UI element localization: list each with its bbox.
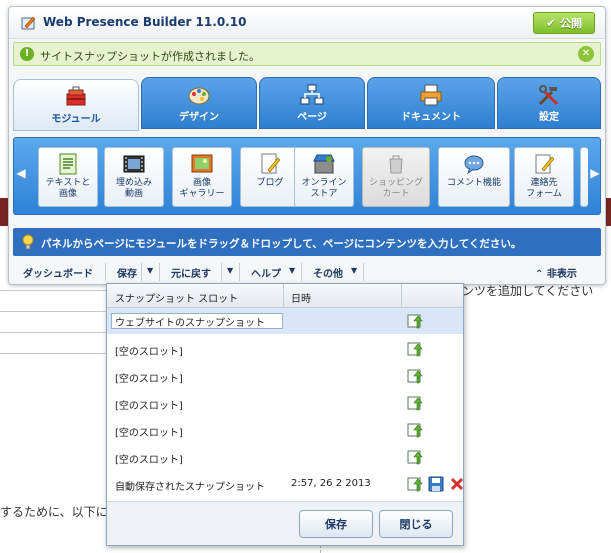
help-menu-button[interactable]: ヘルプ [251,265,281,280]
tab-label: ページ [297,112,327,123]
save-to-slot-icon[interactable] [407,422,423,438]
success-icon: ! [20,47,34,61]
tab-pages[interactable]: ページ [259,77,365,129]
close-button[interactable]: 閉じる [379,510,453,538]
cart-icon [389,155,403,174]
download-icon[interactable] [428,476,444,492]
tab-settings[interactable]: 設定 [497,77,601,129]
tools-icon [538,85,559,106]
tab-label: モジュール [51,114,101,125]
tab-label: 設定 [539,112,559,123]
snapshot-dropdown: スナップショット スロット 日時 [空のスロット] [空のスロット] [空のスロ… [106,283,464,546]
slot-name: 自動保存されたスナップショット [115,482,265,493]
module-online-store[interactable]: オンライン ストア [294,147,354,207]
tab-label: ドキュメント [401,112,461,123]
save-to-slot-icon[interactable] [407,341,423,357]
chevron-down-icon: ▼ [289,266,296,275]
text-image-icon [59,153,77,175]
module-partial[interactable] [580,147,588,207]
close-icon[interactable]: ✕ [578,46,594,62]
module-text-image[interactable]: テキストと 画像 [38,147,98,207]
video-icon [123,155,145,173]
scroll-left-icon[interactable]: ◀ [16,166,26,180]
snapshot-footer: 保存 閉じる [107,501,463,545]
contact-form-icon [535,154,555,174]
blog-icon [261,153,281,174]
store-icon [313,154,335,174]
scroll-right-icon[interactable]: ▶ [590,166,600,180]
hide-panel-button[interactable]: ⌃ 非表示 [535,265,577,280]
snapshot-row[interactable]: [空のスロット] [107,417,463,443]
notice-text: サイトスナップショットが作成されました。 [40,50,260,63]
editor-panel: Web Presence Builder 11.0.10 ✔ 公開 ! サイトス… [8,6,606,285]
toolbox-icon [66,86,86,106]
palette-icon [188,87,210,105]
app-title: Web Presence Builder 11.0.10 [43,15,247,29]
check-icon: ✔ [545,16,557,30]
snapshot-row[interactable]: [空のスロット] [107,390,463,416]
snapshot-table-header: スナップショット スロット 日時 [107,284,463,308]
lightbulb-icon [22,234,34,250]
title-bar: Web Presence Builder 11.0.10 ✔ 公開 [9,7,605,39]
column-header-slot: スナップショット スロット [115,294,239,305]
module-contact-form[interactable]: 連絡先 フォーム [514,147,574,207]
chevron-down-icon[interactable]: ▼ [227,266,233,275]
hint-text: パネルからページにモジュールをドラッグ＆ドロップして、ページにコンテンツを入力し… [41,238,522,250]
main-tabs: モジュール デザイン ページ ドキュメント 設定 [11,69,605,131]
printer-icon [420,84,442,106]
gallery-icon [191,154,213,173]
tab-modules[interactable]: モジュール [13,79,139,131]
restore-icon[interactable] [407,476,423,492]
snapshot-row[interactable]: 自動保存されたスナップショット 2:57, 26 2 2013 [107,471,465,497]
publish-button[interactable]: ✔ 公開 [533,12,595,34]
module-comments[interactable]: コメント機能 [438,147,510,207]
save-to-slot-icon[interactable] [407,395,423,411]
hint-bar: パネルからページにモジュールをドラッグ＆ドロップして、ページにコンテンツを入力し… [13,228,601,256]
snapshot-row[interactable] [107,308,463,334]
slot-date: 2:57, 26 2 2013 [291,478,371,489]
snapshot-row[interactable]: [空のスロット] [107,444,463,470]
dashboard-button[interactable]: ダッシュボード [23,265,93,280]
success-notice: ! サイトスナップショットが作成されました。 ✕ [13,42,601,66]
snapshot-row[interactable]: [空のスロット] [107,363,463,389]
sitemap-icon [300,84,324,105]
comment-icon [464,155,484,175]
snapshot-name-input[interactable] [111,313,283,329]
module-embedded-video[interactable]: 埋め込み 動画 [104,147,164,207]
save-menu-button[interactable]: 保存 [117,265,137,280]
save-button[interactable]: 保存 [299,510,373,538]
slot-name: [空のスロット] [115,401,183,412]
slot-name: [空のスロット] [115,374,183,385]
snapshot-row[interactable]: [空のスロット] [107,336,463,362]
module-image-gallery[interactable]: 画像 ギャラリー [172,147,232,207]
save-to-slot-icon[interactable] [407,449,423,465]
tab-design[interactable]: デザイン [141,77,257,129]
tab-documents[interactable]: ドキュメント [367,77,495,129]
modules-ribbon: ◀ テキストと 画像 埋め込み 動画 画像 ギャラリー ブログ オンライン スト… [13,137,601,215]
delete-icon[interactable] [449,476,465,492]
bottom-toolbar: ダッシュボード 保存 ▼ 元に戻す ▼ ヘルプ ▼ その他 ▼ ⌃ 非表示 [9,261,605,283]
restore-icon[interactable] [407,313,423,329]
slot-name: [空のスロット] [115,455,183,466]
module-blog[interactable]: ブログ [240,147,300,207]
module-shopping-cart: ショッピング カート [362,147,430,207]
app-logo-icon [21,16,36,30]
save-to-slot-icon[interactable] [407,368,423,384]
background-lines [0,290,110,374]
other-menu-button[interactable]: その他 [313,265,343,280]
slot-name: [空のスロット] [115,347,183,358]
chevron-down-icon: ▼ [351,266,358,275]
slot-name: [空のスロット] [115,428,183,439]
chevron-down-icon[interactable]: ▼ [147,266,153,275]
double-chevron-up-icon: ⌃ [535,269,544,280]
tab-label: デザイン [179,112,219,123]
background-text: するために、以下に [0,505,108,519]
column-header-date: 日時 [291,294,311,305]
undo-button[interactable]: 元に戻す [171,265,211,280]
publish-label: 公開 [560,17,583,30]
